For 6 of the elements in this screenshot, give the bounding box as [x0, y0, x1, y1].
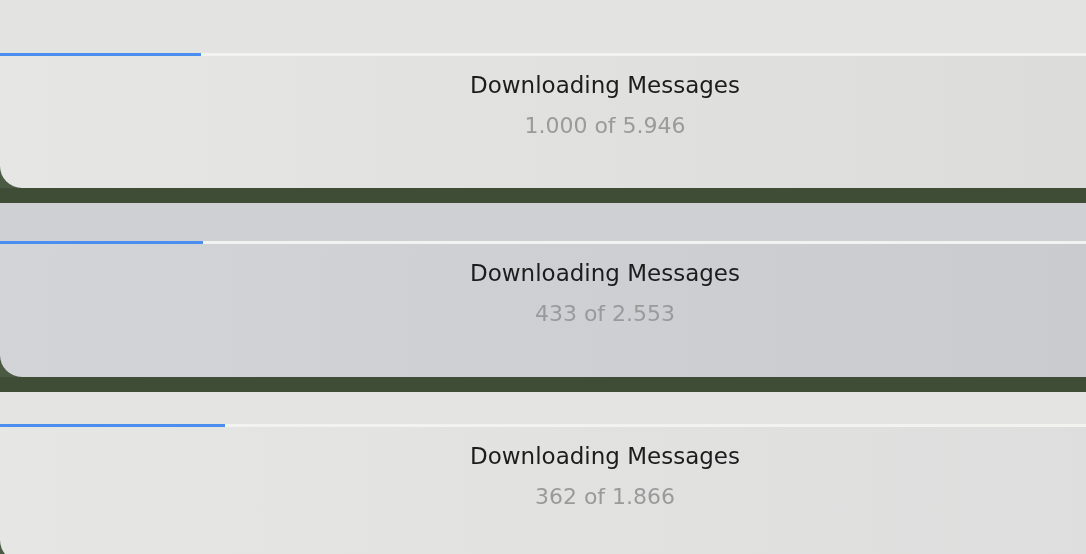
status-title: Downloading Messages [470, 442, 740, 471]
message-count: 362 of 1.866 [534, 483, 676, 511]
status-title: Downloading Messages [470, 259, 740, 288]
status-title: Downloading Messages [470, 71, 740, 100]
message-count: 433 of 2.553 [534, 300, 676, 328]
message-count: 1.000 of 5.946 [524, 112, 686, 140]
